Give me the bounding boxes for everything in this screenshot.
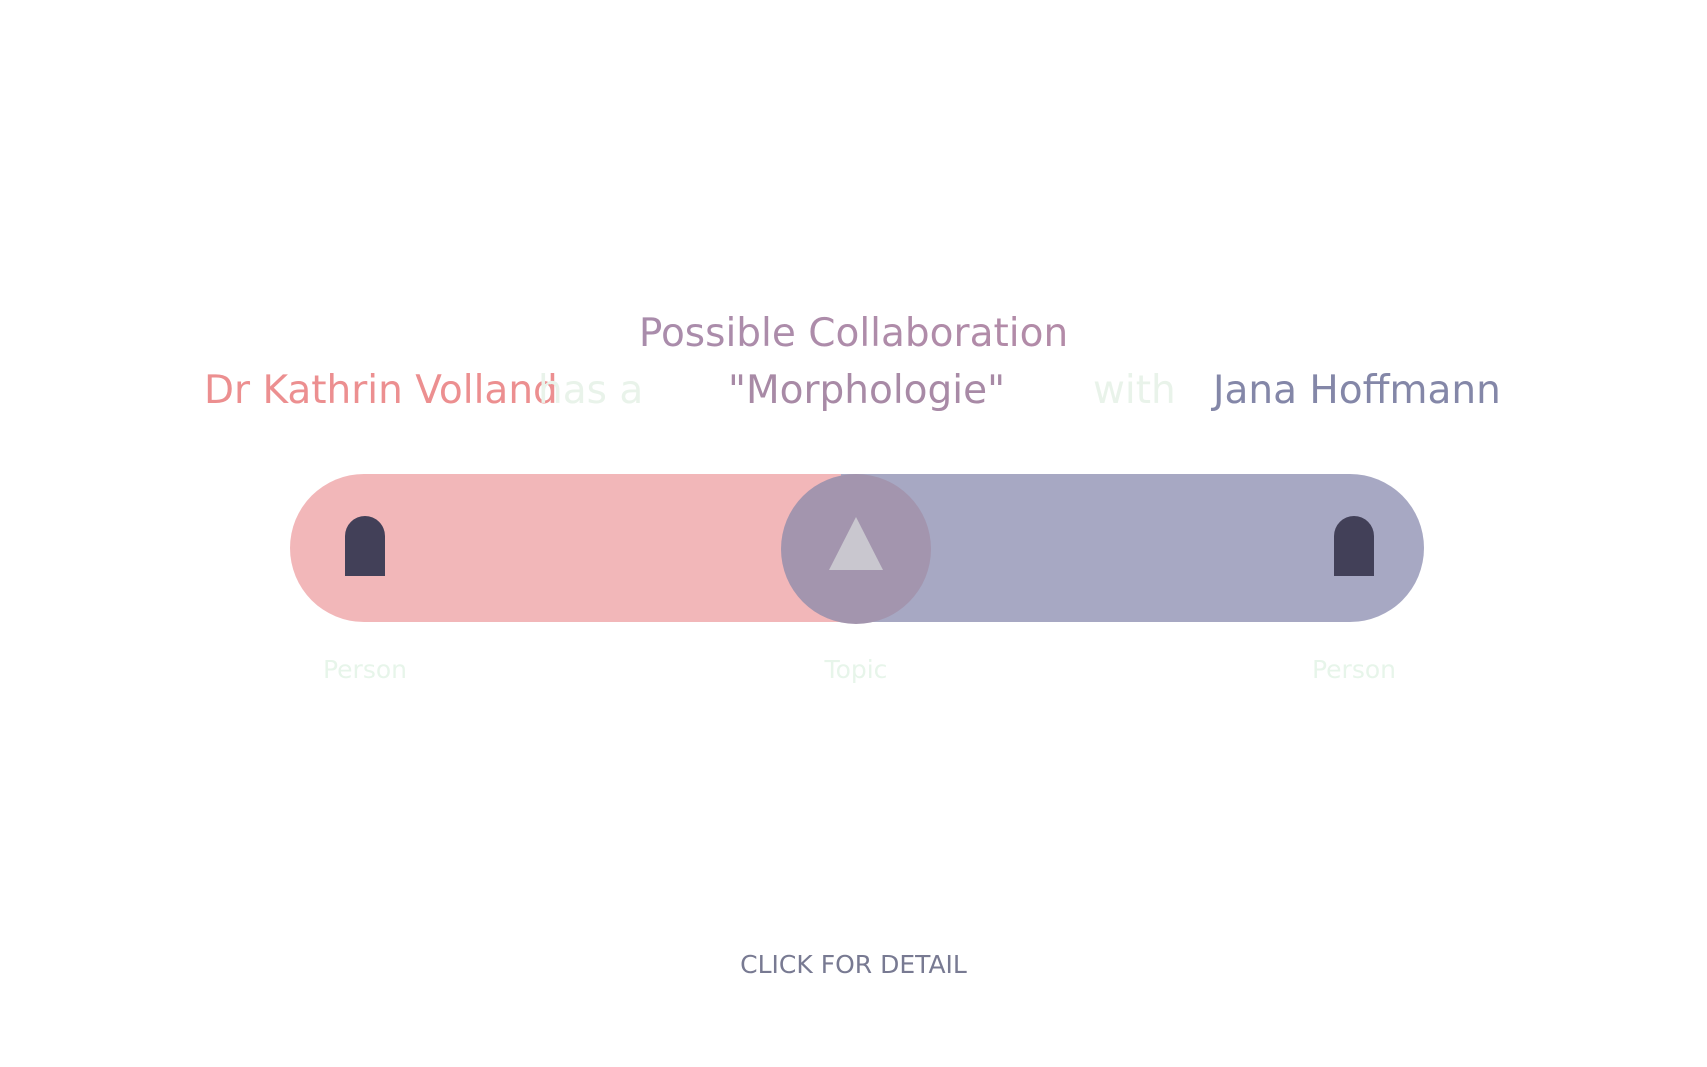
person-b-label: Person xyxy=(1311,655,1396,684)
page-title: Possible Collaboration xyxy=(0,308,1707,360)
topic-label: Topic xyxy=(824,655,888,684)
connector-has-a: has a xyxy=(538,368,644,413)
person-a-name: Dr Kathrin Volland xyxy=(204,368,558,413)
person-a-label: Person xyxy=(322,655,407,684)
click-for-detail-link[interactable]: CLICK FOR DETAIL xyxy=(0,948,1707,982)
person-icon xyxy=(1334,516,1374,576)
connector-with: with xyxy=(1093,368,1176,413)
triangle-icon xyxy=(829,517,883,570)
person-b-name: Jana Hoffmann xyxy=(1213,368,1501,413)
person-icon xyxy=(345,516,385,576)
topic-name: "Morphologie" xyxy=(728,368,1006,413)
